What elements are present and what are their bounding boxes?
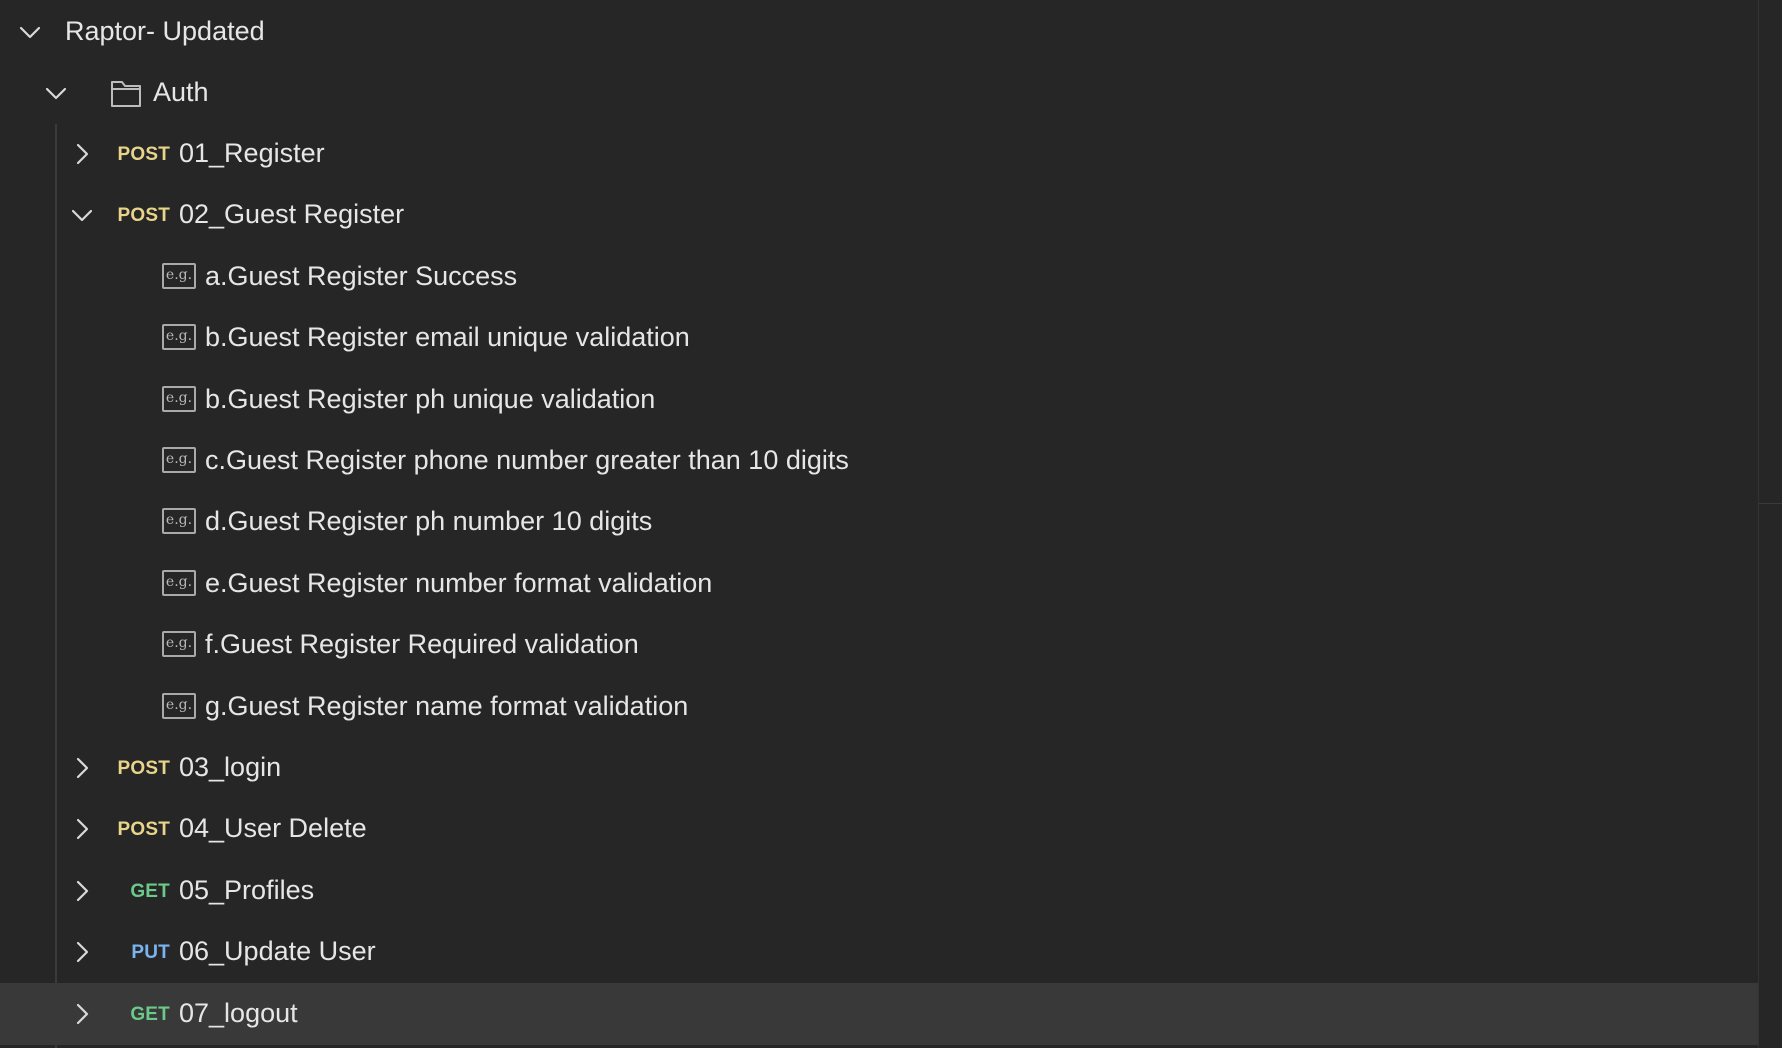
example-icon: e.g. (162, 447, 196, 473)
request-name: 01_Register (179, 138, 325, 168)
example-icon: e.g. (162, 631, 196, 658)
chevron-down-icon[interactable] (44, 81, 68, 105)
chevron-right-icon[interactable] (70, 817, 94, 841)
collection-name: Raptor- Updated (65, 16, 265, 46)
method-badge: GET (130, 1003, 170, 1025)
chevron-down-icon[interactable] (70, 203, 94, 227)
example-name: c.Guest Register phone number greater th… (205, 445, 849, 475)
example-icon: e.g. (162, 508, 196, 535)
example-name: b.Guest Register email unique validation (205, 322, 690, 353)
scrollbar-divider (1759, 503, 1782, 504)
method-badge: POST (117, 144, 170, 165)
example-name: g.Guest Register name format validation (205, 690, 689, 721)
example-name: a.Guest Register Success (205, 260, 518, 291)
example-name: f.Guest Register Required validation (205, 629, 639, 660)
method-badge: POST (117, 819, 170, 841)
request-name: 03_login (179, 752, 282, 782)
example-row[interactable]: e.g. b.Guest Register email unique valida… (0, 307, 1758, 369)
request-row[interactable]: POST 01_Register (0, 123, 1758, 185)
chevron-right-icon[interactable] (70, 756, 94, 780)
request-name: 06_Update User (179, 936, 376, 967)
example-name: e.Guest Register number format validatio… (205, 567, 713, 598)
example-name: b.Guest Register ph unique validation (205, 383, 656, 414)
method-badge: GET (130, 880, 170, 902)
request-row[interactable]: POST 02_Guest Register (0, 184, 1758, 246)
example-row[interactable]: e.g. g.Guest Register name format validat… (0, 676, 1758, 738)
example-row[interactable]: e.g. e.Guest Register number format valid… (0, 553, 1758, 615)
chevron-right-icon[interactable] (70, 879, 94, 903)
request-name: 04_User Delete (179, 813, 367, 844)
method-badge: POST (117, 758, 170, 779)
collection-row[interactable]: Raptor- Updated (0, 1, 1758, 63)
chevron-right-icon[interactable] (70, 940, 94, 964)
request-name: 07_logout (179, 997, 298, 1028)
folder-name: Auth (153, 77, 209, 107)
request-row[interactable]: PUT 06_Update User (0, 921, 1758, 983)
request-row[interactable]: POST 03_login (0, 737, 1758, 799)
chevron-down-icon[interactable] (18, 20, 42, 44)
example-name: d.Guest Register ph number 10 digits (205, 506, 653, 537)
method-badge: PUT (131, 942, 170, 964)
example-row[interactable]: e.g. b.Guest Register ph unique validatio… (0, 369, 1758, 431)
request-row[interactable]: GET 05_Profiles (0, 860, 1758, 922)
request-name: 05_Profiles (179, 874, 315, 905)
example-icon: e.g. (162, 569, 196, 596)
example-row[interactable]: e.g. a.Guest Register Success (0, 246, 1758, 308)
method-badge: POST (117, 205, 170, 227)
example-icon: e.g. (162, 262, 196, 289)
example-icon: e.g. (162, 692, 196, 719)
request-row[interactable]: GET 07_logout (0, 982, 1758, 1045)
request-name: 02_Guest Register (179, 199, 405, 230)
scrollbar-thumb[interactable] (1765, 0, 1775, 505)
chevron-right-icon[interactable] (70, 1002, 94, 1026)
scrollbar[interactable] (1758, 0, 1782, 1048)
request-row[interactable]: POST 04_User Delete (0, 798, 1758, 860)
folder-icon (110, 78, 142, 108)
example-row[interactable]: e.g. c.Guest Register phone number greate… (0, 430, 1758, 492)
chevron-right-icon[interactable] (70, 142, 94, 166)
example-icon: e.g. (162, 324, 196, 351)
collection-sidebar: Raptor- Updated Auth POST 01_Register POST… (0, 0, 1782, 1048)
example-icon: e.g. (162, 385, 196, 412)
example-row[interactable]: e.g. d.Guest Register ph number 10 digits (0, 491, 1758, 553)
folder-row-auth[interactable]: Auth (0, 62, 1758, 124)
example-row[interactable]: e.g. f.Guest Register Required validation (0, 614, 1758, 676)
